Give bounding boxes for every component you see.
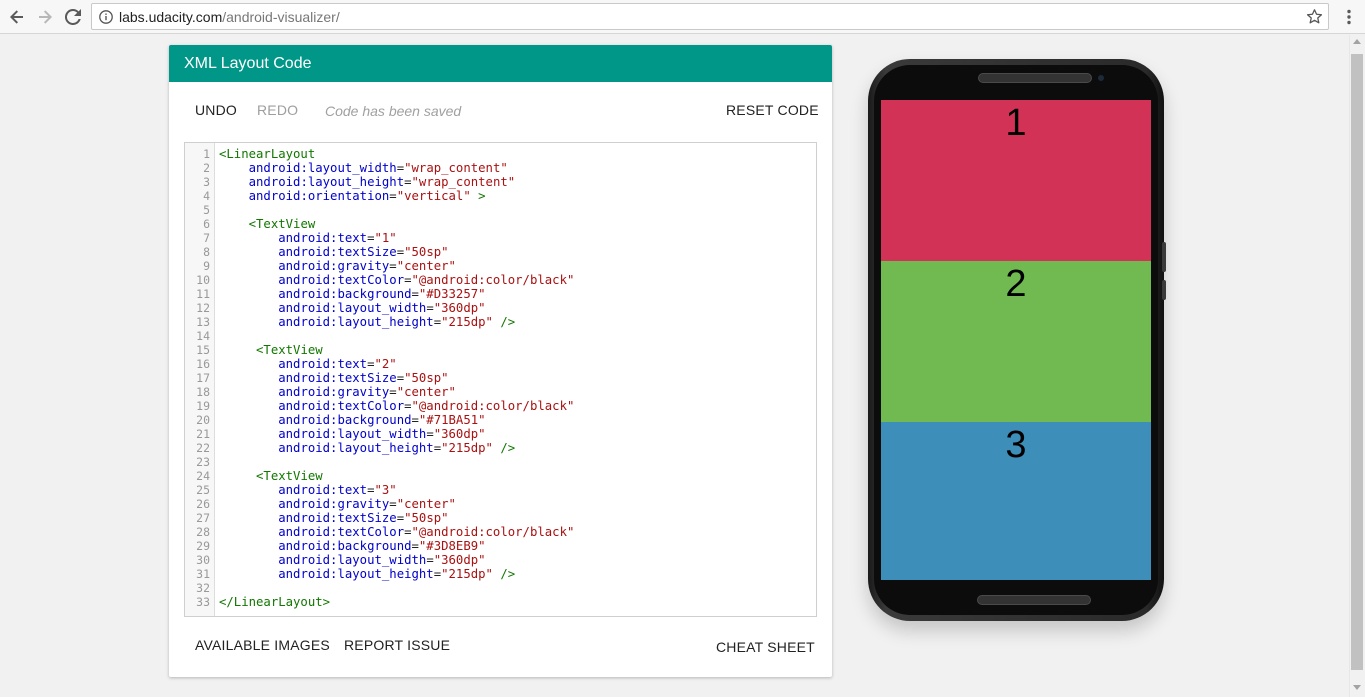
line-number: 21: [196, 427, 210, 441]
report-issue-button[interactable]: REPORT ISSUE: [344, 637, 450, 653]
available-images-button[interactable]: AVAILABLE IMAGES: [195, 637, 330, 653]
code-line[interactable]: android:textColor="@android:color/black": [219, 273, 574, 287]
line-number: 5: [203, 203, 210, 217]
code-line[interactable]: android:text="3": [219, 483, 396, 497]
phone-screen-preview: 1 2 3: [881, 100, 1151, 580]
power-button: [1162, 280, 1166, 300]
line-number: 10: [196, 273, 210, 287]
code-line[interactable]: android:textColor="@android:color/black": [219, 399, 574, 413]
front-camera-icon: [1098, 75, 1104, 81]
code-line[interactable]: android:layout_width="360dp": [219, 427, 485, 441]
info-icon[interactable]: [99, 10, 113, 29]
line-number: 16: [196, 357, 210, 371]
code-line[interactable]: android:background="#D33257": [219, 287, 485, 301]
url-host: labs.udacity.com: [119, 9, 223, 25]
code-editor[interactable]: 1 2 3 4 5 6 7 8 9 10 11 12 13 14 15 16 17 18 19 20 21 22 23 24 2…: [184, 142, 817, 617]
address-bar[interactable]: labs.udacity.com/android-visualizer/: [91, 3, 1329, 30]
cheat-sheet-button[interactable]: CHEAT SHEET: [716, 639, 815, 655]
reset-code-button[interactable]: RESET CODE: [726, 102, 819, 118]
scroll-down-arrow-icon[interactable]: [1352, 683, 1362, 691]
line-number: 18: [196, 385, 210, 399]
line-number: 31: [196, 567, 210, 581]
code-line[interactable]: android:text="2": [219, 357, 396, 371]
volume-button: [1162, 242, 1166, 272]
line-number: 26: [196, 497, 210, 511]
line-number: 14: [196, 329, 210, 343]
line-number: 23: [196, 455, 210, 469]
line-number: 8: [203, 245, 210, 259]
line-number: 22: [196, 441, 210, 455]
code-line[interactable]: android:layout_height="215dp" />: [219, 441, 515, 455]
line-number: 4: [203, 189, 210, 203]
line-number: 13: [196, 315, 210, 329]
line-number: 24: [196, 469, 210, 483]
code-line[interactable]: android:textColor="@android:color/black": [219, 525, 574, 539]
line-number: 9: [203, 259, 210, 273]
browser-toolbar: labs.udacity.com/android-visualizer/: [0, 0, 1365, 34]
code-line[interactable]: </LinearLayout>: [219, 595, 330, 609]
url-text: labs.udacity.com/android-visualizer/: [119, 9, 340, 25]
line-number: 32: [196, 581, 210, 595]
textview-1: 1: [881, 100, 1151, 261]
line-number: 17: [196, 371, 210, 385]
line-number: 3: [203, 175, 210, 189]
line-number: 33: [196, 595, 210, 609]
xml-editor-card: XML Layout Code UNDO REDO Code has been …: [169, 45, 832, 677]
reload-icon[interactable]: [61, 5, 85, 29]
line-number: 29: [196, 539, 210, 553]
url-path: /android-visualizer/: [222, 9, 340, 25]
saved-status: Code has been saved: [325, 103, 462, 119]
line-number-gutter: 1 2 3 4 5 6 7 8 9 10 11 12 13 14 15 16 17 18 19 20 21 22 23 24 2…: [185, 143, 215, 616]
code-line[interactable]: android:layout_width="wrap_content": [219, 161, 508, 175]
card-title: XML Layout Code: [169, 45, 832, 82]
code-line[interactable]: <TextView: [219, 217, 316, 231]
code-line[interactable]: <LinearLayout: [219, 147, 315, 161]
code-line[interactable]: android:text="1": [219, 231, 396, 245]
menu-dots-icon[interactable]: [1337, 5, 1361, 29]
code-line[interactable]: android:gravity="center": [219, 497, 456, 511]
line-number: 2: [203, 161, 210, 175]
bottom-speaker: [977, 595, 1091, 605]
back-arrow-icon[interactable]: [5, 5, 29, 29]
redo-button[interactable]: REDO: [257, 102, 298, 118]
code-line[interactable]: <TextView: [219, 469, 323, 483]
line-number: 20: [196, 413, 210, 427]
code-line[interactable]: android:layout_height="215dp" />: [219, 567, 515, 581]
line-number: 19: [196, 399, 210, 413]
line-number: 1: [203, 147, 210, 161]
line-number: 15: [196, 343, 210, 357]
code-line[interactable]: android:layout_width="360dp": [219, 301, 485, 315]
line-number: 6: [203, 217, 210, 231]
line-number: 7: [203, 231, 210, 245]
code-line[interactable]: android:textSize="50sp": [219, 371, 448, 385]
code-line[interactable]: android:textSize="50sp": [219, 245, 448, 259]
code-line[interactable]: android:background="#3D8EB9": [219, 539, 485, 553]
textview-3: 3: [881, 422, 1151, 580]
bookmark-star-icon[interactable]: [1306, 8, 1323, 30]
code-line[interactable]: android:gravity="center": [219, 259, 456, 273]
code-line[interactable]: android:layout_height="wrap_content": [219, 175, 516, 189]
scroll-up-arrow-icon[interactable]: [1352, 38, 1362, 46]
textview-2: 2: [881, 261, 1151, 422]
code-line[interactable]: android:orientation="vertical" >: [219, 189, 486, 203]
page-scrollbar-thumb[interactable]: [1351, 54, 1363, 670]
line-number: 28: [196, 525, 210, 539]
line-number: 12: [196, 301, 210, 315]
code-line[interactable]: android:layout_width="360dp": [219, 553, 485, 567]
line-number: 11: [196, 287, 210, 301]
code-line[interactable]: <TextView: [219, 343, 323, 357]
line-number: 30: [196, 553, 210, 567]
undo-button[interactable]: UNDO: [195, 102, 237, 118]
code-line[interactable]: android:background="#71BA51": [219, 413, 485, 427]
line-number: 27: [196, 511, 210, 525]
line-number: 25: [196, 483, 210, 497]
code-line[interactable]: android:gravity="center": [219, 385, 456, 399]
earpiece-speaker: [978, 73, 1092, 83]
forward-arrow-icon[interactable]: [33, 5, 57, 29]
code-line[interactable]: android:layout_height="215dp" />: [219, 315, 515, 329]
code-line[interactable]: android:textSize="50sp": [219, 511, 448, 525]
